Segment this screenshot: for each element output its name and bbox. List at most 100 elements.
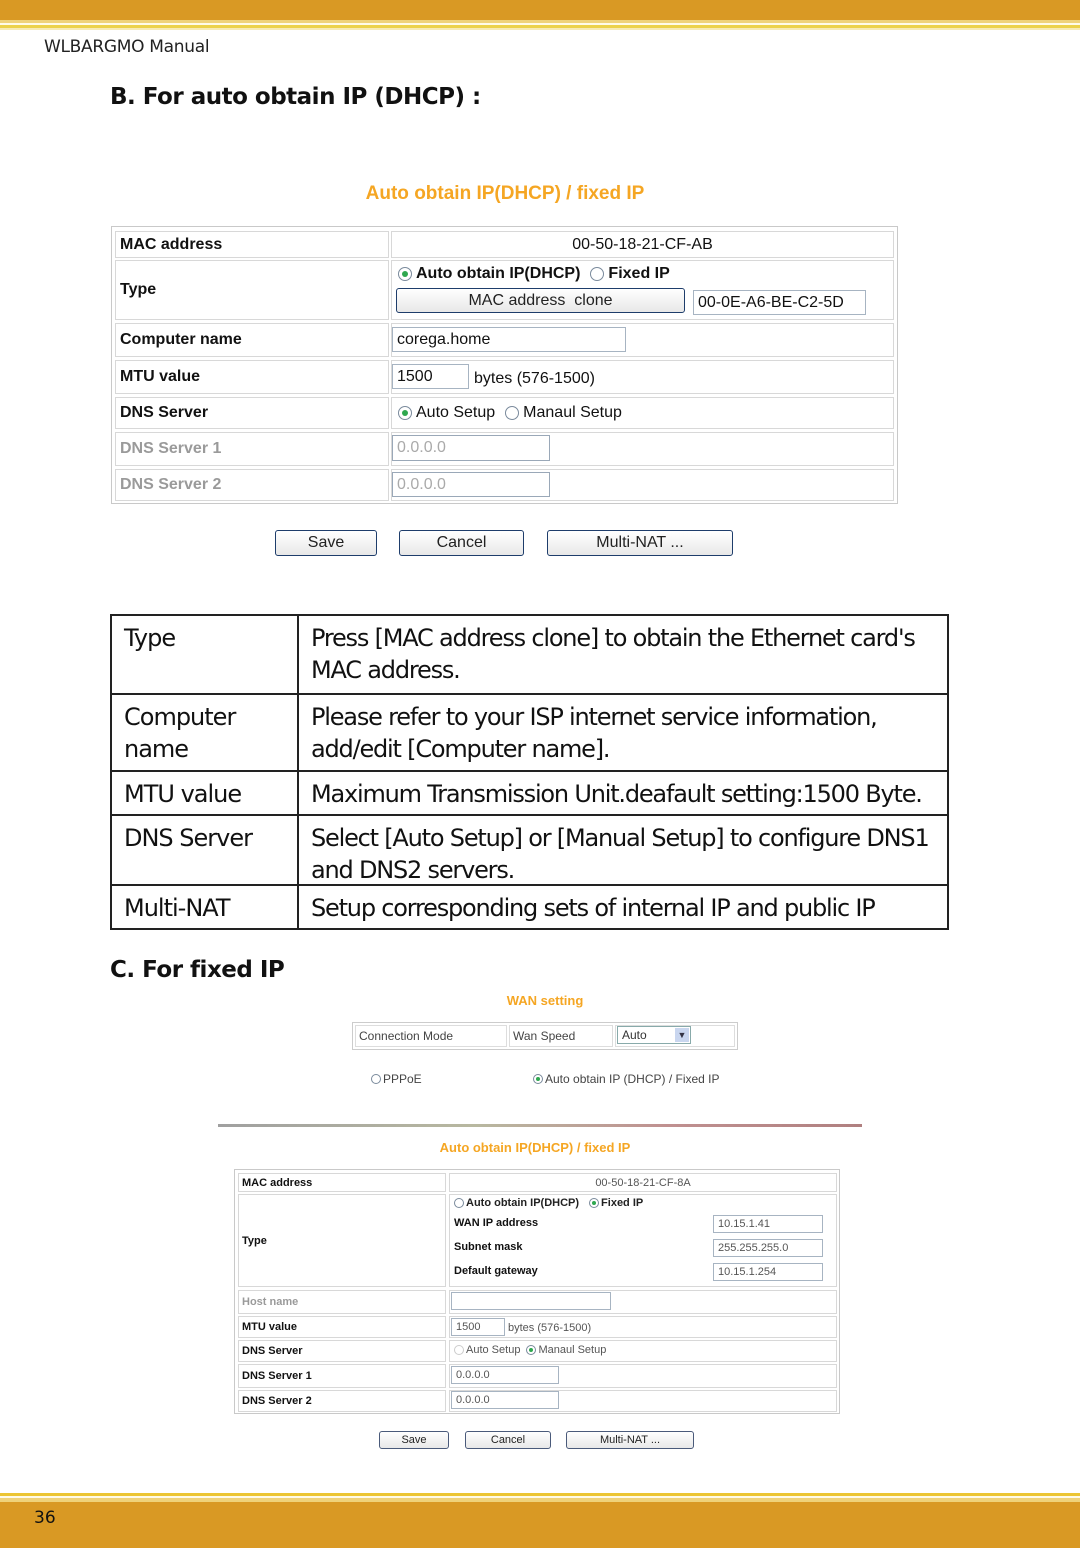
radio-label: Fixed IP — [601, 1197, 644, 1209]
connection-mode-dhcp-fixed: Auto obtain IP (DHCP) / Fixed IP — [533, 1072, 720, 1086]
radio-label: Auto Setup — [466, 1344, 521, 1356]
radio-dns-auto-setup[interactable] — [398, 406, 412, 420]
subnet-mask-input[interactable]: 255.255.255.0 — [713, 1239, 823, 1257]
mac-clone-field[interactable]: 00-0E-A6-BE-C2-5D — [693, 290, 866, 315]
mac-address-value: 00-50-18-21-CF-8A — [595, 1176, 691, 1189]
wan-speed-select[interactable]: Auto ▼ — [617, 1026, 691, 1044]
dns-server-1-label: DNS Server 1 — [115, 432, 389, 466]
radio-label: Auto obtain IP (DHCP) / Fixed IP — [545, 1072, 720, 1086]
panel-title-fixed-ip: Auto obtain IP(DHCP) / fixed IP — [439, 1140, 631, 1155]
computer-name-input[interactable]: corega.home — [392, 327, 626, 352]
radio-dns-auto-setup[interactable] — [454, 1345, 464, 1355]
table-term: Computer name — [112, 695, 299, 770]
table-term: MTU value — [112, 772, 299, 814]
wan-ip-label: WAN IP address — [454, 1217, 539, 1229]
radio-auto-obtain-dhcp[interactable] — [454, 1198, 464, 1208]
radio-fixed-ip[interactable] — [589, 1198, 600, 1208]
radio-dns-manual-setup[interactable] — [526, 1345, 537, 1355]
radio-label: Auto obtain IP(DHCP) — [466, 1197, 580, 1209]
multi-nat-button[interactable]: Multi-NAT ... — [547, 530, 733, 556]
radio-label: Auto obtain IP(DHCP) — [416, 265, 581, 282]
host-name-input[interactable] — [451, 1292, 611, 1310]
table-row: MTU value Maximum Transmission Unit.deaf… — [112, 770, 947, 814]
table-description: Select [Auto Setup] or [Manual Setup] to… — [311, 824, 930, 884]
save-button[interactable]: Save — [379, 1431, 449, 1449]
type-label: Type — [238, 1194, 446, 1287]
divider — [218, 1124, 862, 1127]
mac-address-clone-button[interactable]: MAC address clone — [396, 288, 685, 313]
mac-address-label: MAC address — [115, 231, 389, 258]
mac-address-value: 00-50-18-21-CF-AB — [572, 235, 713, 253]
table-row: Multi-NAT Setup corresponding sets of in… — [112, 884, 947, 928]
mac-address-value-cell: 00-50-18-21-CF-AB — [391, 231, 894, 258]
radio-pppoe[interactable] — [371, 1074, 381, 1084]
connection-mode-label: Connection Mode — [355, 1025, 507, 1047]
mtu-hint: bytes (576-1500) — [474, 370, 595, 387]
table-row: Computer name Please refer to your ISP i… — [112, 693, 947, 770]
mtu-label: MTU value — [238, 1316, 446, 1338]
table-row: Type Press [MAC address clone] to obtain… — [112, 616, 947, 693]
radio-label: Manaul Setup — [523, 404, 622, 421]
dns-server-1-input[interactable]: 0.0.0.0 — [451, 1366, 559, 1384]
dhcp-settings-form: MAC address 00-50-18-21-CF-AB Type Auto … — [111, 226, 898, 504]
mtu-hint: bytes (576-1500) — [508, 1322, 592, 1334]
cancel-button[interactable]: Cancel — [399, 530, 524, 556]
computer-name-label: Computer name — [115, 323, 389, 357]
description-table: Type Press [MAC address clone] to obtain… — [110, 614, 949, 930]
dns-server-1-input[interactable]: 0.0.0.0 — [392, 435, 550, 461]
type-radio-group: Auto obtain IP(DHCP) Fixed IP — [398, 265, 680, 283]
dns-server-2-input[interactable]: 0.0.0.0 — [451, 1391, 559, 1409]
mac-address-value-cell: 00-50-18-21-CF-8A — [449, 1173, 837, 1192]
table-row: DNS Server Select [Auto Setup] or [Manua… — [112, 814, 947, 884]
dns-radio-group: Auto Setup Manaul Setup — [454, 1344, 606, 1356]
radio-label: PPPoE — [383, 1072, 422, 1086]
host-name-label: Host name — [238, 1290, 446, 1314]
cancel-button[interactable]: Cancel — [465, 1431, 551, 1449]
radio-dhcp-fixed-ip[interactable] — [533, 1074, 543, 1084]
section-b-heading: B. For auto obtain IP (DHCP) : — [110, 84, 481, 110]
wan-speed-label: Wan Speed — [509, 1025, 613, 1047]
header-stripe — [0, 28, 1080, 30]
table-description: Maximum Transmission Unit.deafault setti… — [311, 780, 923, 808]
default-gateway-input[interactable]: 10.15.1.254 — [713, 1263, 823, 1281]
radio-fixed-ip[interactable] — [590, 267, 605, 281]
radio-label: Fixed IP — [608, 265, 670, 282]
dns-server-2-input[interactable]: 0.0.0.0 — [392, 472, 550, 497]
panel-title-dhcp: Auto obtain IP(DHCP) / fixed IP — [365, 183, 645, 204]
page-number: 36 — [34, 1508, 56, 1528]
dns-server-label: DNS Server — [115, 397, 389, 429]
mtu-input[interactable]: 1500 — [392, 364, 469, 389]
table-term: Multi-NAT — [112, 886, 299, 928]
subnet-mask-label: Subnet mask — [454, 1241, 523, 1253]
radio-label: Auto Setup — [416, 404, 496, 421]
default-gateway-label: Default gateway — [454, 1265, 538, 1277]
footer-band — [0, 1502, 1080, 1548]
table-term: Type — [112, 616, 299, 693]
table-description: Press [MAC address clone] to obtain the … — [311, 624, 916, 684]
mtu-label: MTU value — [115, 360, 389, 394]
dns-server-2-label: DNS Server 2 — [238, 1390, 446, 1412]
mtu-input[interactable]: 1500 — [451, 1318, 505, 1336]
connection-mode-pppoe: PPPoE — [371, 1072, 422, 1086]
fixed-ip-settings-form: MAC address 00-50-18-21-CF-8A Type Auto … — [234, 1169, 840, 1414]
multi-nat-button[interactable]: Multi-NAT ... — [566, 1431, 694, 1449]
dns-server-1-label: DNS Server 1 — [238, 1364, 446, 1388]
table-description: Setup corresponding sets of internal IP … — [311, 894, 876, 922]
wan-setting-title: WAN setting — [506, 993, 584, 1008]
type-label: Type — [115, 260, 389, 320]
dns-radio-group: Auto Setup Manaul Setup — [398, 404, 632, 422]
radio-dns-manual-setup[interactable] — [505, 406, 520, 420]
type-radio-group: Auto obtain IP(DHCP) Fixed IP — [454, 1197, 643, 1209]
wan-ip-input[interactable]: 10.15.1.41 — [713, 1215, 823, 1233]
chevron-down-icon[interactable]: ▼ — [675, 1028, 689, 1042]
section-c-heading: C. For fixed IP — [110, 957, 285, 983]
dns-server-label: DNS Server — [238, 1340, 446, 1362]
manual-title: WLBARGMO Manual — [44, 37, 210, 57]
dns-server-2-label: DNS Server 2 — [115, 469, 389, 501]
radio-auto-obtain-dhcp[interactable] — [398, 267, 412, 281]
wan-speed-value: Auto — [622, 1028, 647, 1042]
table-term: DNS Server — [112, 816, 299, 884]
header-band — [0, 0, 1080, 20]
save-button[interactable]: Save — [275, 530, 377, 556]
mac-address-label: MAC address — [238, 1173, 446, 1192]
